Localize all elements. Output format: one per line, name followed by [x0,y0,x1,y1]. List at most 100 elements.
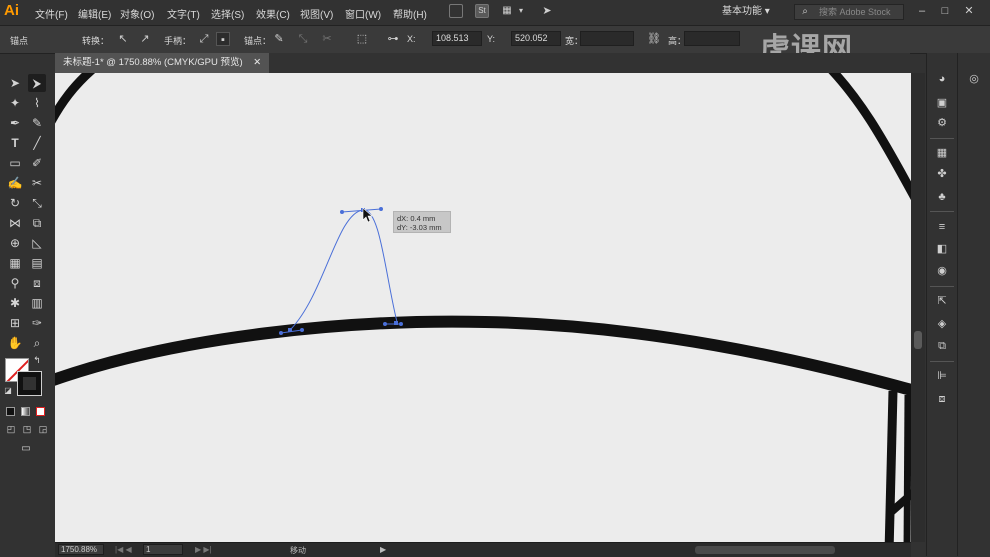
type-tool-icon[interactable]: T [6,134,24,152]
blend-tool-icon[interactable]: ⧈ [28,274,46,292]
height-field[interactable] [684,31,740,46]
arrange-documents-icon[interactable]: ▦ [500,4,514,18]
show-handles-icon[interactable]: ⤢ [197,32,211,46]
free-transform-tool-icon[interactable]: ⧉ [28,214,46,232]
close-window-button[interactable]: ✕ [962,4,976,18]
scale-tool-icon[interactable]: ⤡ [28,194,46,212]
menu-help[interactable]: 帮助(H) [393,6,427,21]
mesh-tool-icon[interactable]: ▦ [6,254,24,272]
draw-inside-icon[interactable]: ◲ [36,422,50,436]
connect-anchors-icon[interactable]: ⤡ [296,32,310,46]
zoom-tool-icon[interactable]: ⌕ [28,334,46,352]
document-tab-bar: 未标题-1* @ 1750.88% (CMYK/GPU 预览) ✕ [55,53,910,73]
y-label: Y: [487,34,496,44]
next-artboard-icon[interactable]: ▶ ▶| [195,545,212,554]
color-mode-swatch[interactable] [6,407,15,416]
eyedropper-tool-icon[interactable]: ⚲ [6,274,24,292]
lasso-tool-icon[interactable]: ⌇ [28,94,46,112]
width-tool-icon[interactable]: ⋈ [6,214,24,232]
slice-tool-icon[interactable]: ✑ [28,314,46,332]
menu-object[interactable]: 对象(O) [120,6,154,21]
maximize-button[interactable]: □ [938,4,952,18]
convert-to-smooth-icon[interactable]: ↗ [138,32,152,46]
isolate-selection-icon[interactable]: ⬚ [355,32,369,46]
hand-tool-icon[interactable]: ✋ [6,334,24,352]
menu-effect[interactable]: 效果(C) [256,6,290,21]
horizontal-scroll-thumb[interactable] [695,546,835,554]
gradient-tool-icon[interactable]: ▤ [28,254,46,272]
menu-file[interactable]: 文件(F) [35,6,68,21]
artboard-canvas[interactable]: dX: 0.4 mm dY: -3.03 mm [55,73,911,542]
stroke-swatch[interactable] [17,371,42,396]
rectangle-tool-icon[interactable]: ▭ [6,154,24,172]
none-mode-swatch[interactable] [36,407,45,416]
minimize-button[interactable]: – [915,4,929,18]
menu-type[interactable]: 文字(T) [167,6,200,21]
menu-window[interactable]: 窗口(W) [345,6,381,21]
draw-behind-icon[interactable]: ◳ [20,422,34,436]
menu-view[interactable]: 视图(V) [300,6,333,21]
convert-to-corner-icon[interactable]: ↖ [116,32,130,46]
scissors-tool-icon[interactable]: ✂ [28,174,46,192]
gradient-panel-icon[interactable]: ◧ [934,241,950,257]
layers-panel-icon[interactable]: ◈ [934,316,950,332]
magic-wand-tool-icon[interactable]: ✦ [6,94,24,112]
menu-select[interactable]: 选择(S) [211,6,244,21]
first-artboard-icon[interactable]: |◀ ◀ [115,545,132,554]
symbol-sprayer-tool-icon[interactable]: ✱ [6,294,24,312]
perspective-grid-tool-icon[interactable]: ◺ [28,234,46,252]
export-panel-icon[interactable]: ⇱ [934,293,950,309]
x-label: X: [407,34,416,44]
artboard-number-field[interactable]: 1 [143,544,183,555]
libraries-panel-icon[interactable]: ▣ [934,95,950,111]
anchor-point [394,321,398,325]
draw-normal-icon[interactable]: ◰ [4,422,18,436]
artboards-panel-icon[interactable]: ⧉ [934,338,950,354]
close-tab-icon[interactable]: ✕ [253,57,261,68]
cut-path-icon[interactable]: ✂ [320,32,334,46]
appearance-panel-icon[interactable]: ◎ [966,71,982,87]
stroke-panel-icon[interactable]: ≡ [934,219,950,235]
column-graph-tool-icon[interactable]: ▥ [28,294,46,312]
color-panel-icon[interactable]: ◕ [934,71,950,87]
hide-handles-icon[interactable]: ▪ [216,32,230,46]
reference-point-icon[interactable]: ⊶ [386,32,400,46]
status-menu-icon[interactable]: ▶ [380,545,386,554]
rotate-tool-icon[interactable]: ↻ [6,194,24,212]
constrain-proportions-icon[interactable]: ⛓ [647,32,661,46]
bridge-icon[interactable] [449,4,463,18]
stock-icon[interactable]: St [475,4,489,18]
shaper-tool-icon[interactable]: ✍ [6,174,24,192]
x-position-field[interactable]: 108.513 [432,31,482,46]
width-field[interactable] [580,31,634,46]
curvature-tool-icon[interactable]: ✎ [28,114,46,132]
y-position-field[interactable]: 520.052 [511,31,561,46]
brushes-panel-icon[interactable]: ✤ [934,166,950,182]
remove-anchor-icon[interactable]: ✎ [272,32,286,46]
vertical-scrollbar[interactable] [911,73,925,542]
default-colors-icon[interactable]: ◪ [2,385,14,397]
selection-tool-icon[interactable]: ➤ [6,74,24,92]
screen-mode-icon[interactable]: ▭ [16,442,36,456]
gpu-performance-icon[interactable]: ➤ [540,4,554,18]
vertical-scroll-thumb[interactable] [914,331,922,349]
pathfinder-panel-icon[interactable]: ⧈ [934,391,950,407]
tab-document[interactable]: 未标题-1* @ 1750.88% (CMYK/GPU 预览) ✕ [55,53,270,73]
direct-selection-tool-icon[interactable]: ⮞ [28,74,46,92]
transparency-panel-icon[interactable]: ◉ [934,263,950,279]
shape-builder-tool-icon[interactable]: ⊕ [6,234,24,252]
align-panel-icon[interactable]: ⊫ [934,368,950,384]
artboard-tool-icon[interactable]: ⊞ [6,314,24,332]
swap-fill-stroke-icon[interactable]: ↰ [31,354,43,366]
symbols-panel-icon[interactable]: ♣ [934,189,950,205]
chevron-down-icon[interactable]: ▾ [514,4,528,18]
line-segment-tool-icon[interactable]: ╱ [28,134,46,152]
zoom-level-field[interactable]: 1750.88% [58,544,104,555]
workspace-switcher[interactable]: 基本功能 ▾ [722,4,782,20]
paintbrush-tool-icon[interactable]: ✐ [28,154,46,172]
gradient-mode-swatch[interactable] [21,407,30,416]
properties-panel-icon[interactable]: ⚙ [934,115,950,131]
pen-tool-icon[interactable]: ✒ [6,114,24,132]
swatches-panel-icon[interactable]: ▦ [934,145,950,161]
menu-edit[interactable]: 编辑(E) [78,6,111,21]
